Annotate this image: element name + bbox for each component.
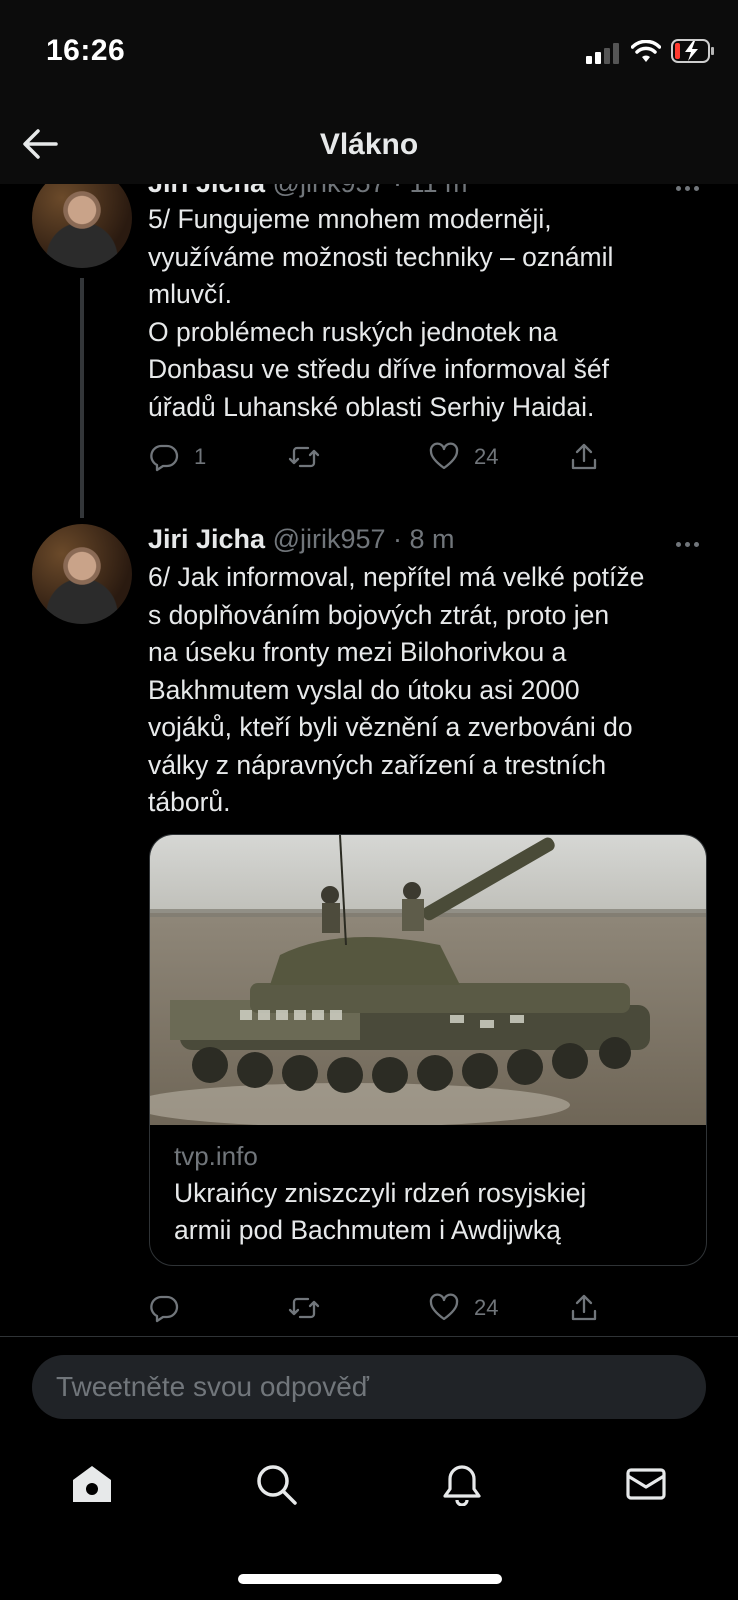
tweet-text: 6/ Jak informoval, nepřítel má velké pot… <box>148 562 645 817</box>
retweet-button[interactable] <box>288 1288 334 1328</box>
reply-button[interactable] <box>148 1288 194 1328</box>
author-name[interactable]: Jiri Jicha <box>148 184 265 198</box>
card-domain: tvp.info <box>174 1141 258 1171</box>
signal-icon <box>586 42 620 64</box>
avatar[interactable] <box>32 524 132 624</box>
top-bar: Vlákno <box>0 110 738 184</box>
wifi-icon <box>631 40 661 62</box>
battery-charging-icon <box>671 39 714 63</box>
tweet-meta: Jiri Jicha @jirik957 · 8 m <box>148 524 455 555</box>
tweet[interactable]: Jiri Jicha @jirik957 · 8 m 6/ Jak inform… <box>0 524 738 1336</box>
share-button[interactable] <box>568 437 600 477</box>
notifications-icon[interactable] <box>440 1462 484 1506</box>
reply-bar: Tweetněte svou odpověď <box>0 1336 738 1433</box>
share-icon <box>571 1294 597 1321</box>
heart-icon <box>429 1293 459 1321</box>
retweet-icon <box>288 446 320 468</box>
messages-icon[interactable] <box>624 1462 668 1506</box>
card-title: Ukraińcy zniszczyli rdzeń rosyjskiej arm… <box>174 1178 587 1245</box>
reply-icon <box>150 1295 179 1323</box>
reply-count: 1 <box>194 444 207 469</box>
heart-icon <box>429 442 459 470</box>
author-handle: @jirik957 · 11 m <box>273 184 468 198</box>
status-bar: 16:26 <box>0 0 738 110</box>
avatar[interactable] <box>32 184 132 268</box>
reply-button[interactable]: 1 <box>148 437 206 477</box>
tweet-text: 5/ Fungujeme mnohem moderněji, využíváme… <box>148 204 614 422</box>
share-button[interactable] <box>568 1288 600 1328</box>
author-name[interactable]: Jiri Jicha <box>148 524 265 554</box>
tweet-actions: 24 <box>148 1288 708 1328</box>
retweet-button[interactable] <box>288 437 334 477</box>
thread-connector <box>80 278 84 518</box>
card-image <box>150 835 706 1125</box>
page-title: Vlákno <box>319 128 419 161</box>
reply-icon <box>150 444 179 472</box>
more-options-icon[interactable] <box>676 184 706 191</box>
more-options-icon[interactable] <box>676 534 706 547</box>
like-count: 24 <box>474 444 499 469</box>
status-time: 16:26 <box>46 34 126 67</box>
like-button[interactable]: 24 <box>428 437 498 477</box>
thread-timeline[interactable]: Jiri Jicha @jirik957 · 11 m 5/ Fungujeme… <box>0 184 738 1336</box>
tweet-actions: 1 24 <box>148 437 708 477</box>
like-count: 24 <box>474 1295 499 1320</box>
tweet[interactable]: Jiri Jicha @jirik957 · 11 m 5/ Fungujeme… <box>0 184 738 524</box>
like-button[interactable]: 24 <box>428 1288 498 1328</box>
reply-input[interactable]: Tweetněte svou odpověď <box>32 1355 706 1419</box>
share-icon <box>571 443 597 470</box>
search-icon[interactable] <box>254 1462 298 1506</box>
author-handle: @jirik957 · 8 m <box>272 524 455 554</box>
home-icon[interactable] <box>70 1462 114 1506</box>
home-indicator <box>238 1574 502 1584</box>
link-card[interactable]: tvp.info Ukraińcy zniszczyli rdzeń rosyj… <box>149 834 707 1266</box>
tweet-meta: Jiri Jicha @jirik957 · 11 m <box>148 184 468 199</box>
retweet-icon <box>288 1297 320 1319</box>
